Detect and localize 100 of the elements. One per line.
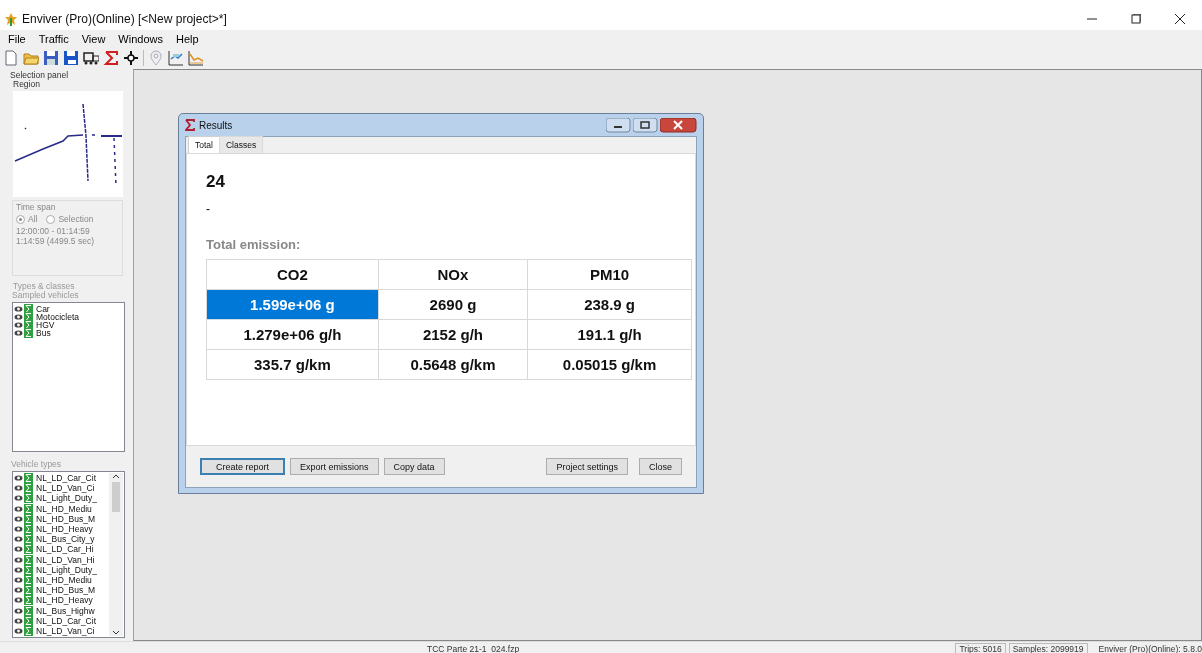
table-cell[interactable]: 1.279e+06 g/h (206, 319, 379, 350)
eye-icon[interactable] (14, 321, 23, 329)
list-item-text[interactable]: NL_LD_Van_Hi (36, 554, 95, 565)
radio-button[interactable] (46, 214, 56, 224)
time-range-text: 12:00:00 - 01:14:59 (16, 226, 91, 236)
area-chart-icon[interactable] (188, 50, 204, 66)
list-item-text[interactable]: Motocicleta (36, 312, 79, 322)
table-cell[interactable]: 191.1 g/h (527, 319, 692, 350)
eye-icon[interactable] (14, 555, 23, 564)
table-cell[interactable]: 2152 g/h (378, 319, 528, 350)
radio-label: All (28, 214, 38, 224)
maximize-icon[interactable] (633, 117, 658, 133)
sigma-icon[interactable] (103, 50, 119, 66)
group-label: Types & classes (13, 282, 75, 291)
eye-icon[interactable] (14, 586, 23, 595)
eye-icon[interactable] (14, 575, 23, 584)
menu-item[interactable]: Traffic (38, 32, 75, 45)
save-as-icon[interactable] (63, 50, 79, 66)
eye-icon[interactable] (14, 514, 23, 523)
eye-icon[interactable] (14, 484, 23, 493)
list-item-text[interactable]: NL_HD_Bus_M (36, 513, 96, 524)
dialog-button[interactable]: Close (639, 458, 682, 475)
scrollbar-thumb[interactable] (112, 482, 120, 512)
list-item-text[interactable]: NL_HD_Mediu (36, 574, 92, 585)
list-item-text[interactable]: NL_HD_Bus_M (36, 585, 96, 596)
scroll-up-icon[interactable] (112, 473, 120, 479)
table-cell[interactable]: 238.9 g (527, 289, 692, 320)
eye-icon[interactable] (14, 616, 23, 625)
eye-icon[interactable] (14, 565, 23, 574)
subtitle-text: - (206, 202, 211, 216)
sigma-icon (185, 119, 195, 131)
tab[interactable]: Total (188, 136, 220, 153)
list-item-text[interactable]: Bus (36, 328, 51, 338)
list-item-text[interactable]: NL_HD_Heavy (36, 524, 93, 535)
status-version-text: Enviver (Pro)(Online): 5.8.0 (1098, 642, 1202, 653)
list-label: Vehicle types (11, 460, 63, 469)
line-chart-icon[interactable] (168, 50, 184, 66)
app-logo-icon (4, 12, 18, 26)
crosshair-icon[interactable] (123, 50, 139, 66)
table-cell[interactable]: 0.05015 g/km (527, 349, 692, 380)
close-icon[interactable] (660, 117, 697, 133)
scroll-down-icon[interactable] (112, 630, 120, 636)
count-text: 24 (206, 172, 226, 192)
list-item-text[interactable]: NL_LD_Van_Ci (36, 625, 95, 636)
close-icon[interactable] (1175, 14, 1185, 24)
eye-icon[interactable] (14, 525, 23, 534)
list-item-text[interactable]: NL_LD_Car_Hi (36, 544, 94, 555)
restore-icon[interactable] (1131, 14, 1141, 24)
panel-title: Selection panel (10, 71, 70, 80)
list-item-text[interactable]: NL_Light_Duty_ (36, 564, 97, 575)
dialog-button[interactable]: Project settings (546, 458, 628, 475)
list-item-text[interactable]: NL_LD_Van_Ci (36, 483, 95, 494)
table-cell[interactable]: 335.7 g/km (206, 349, 379, 380)
list-item-text[interactable]: HGV (36, 320, 55, 330)
eye-icon[interactable] (14, 305, 23, 313)
eye-icon[interactable] (14, 329, 23, 337)
new-file-icon[interactable] (3, 50, 19, 66)
duration-text: 1:14:59 (4499.5 sec) (16, 236, 95, 246)
dialog-button[interactable]: Export emissions (290, 458, 379, 475)
radio-label: Selection (58, 214, 94, 224)
list-item-text[interactable]: NL_Light_Duty_ (36, 493, 97, 504)
radio-button[interactable] (16, 214, 25, 224)
eye-icon[interactable] (14, 494, 23, 503)
dialog-button[interactable]: Create report (200, 458, 286, 475)
eye-icon[interactable] (14, 504, 23, 513)
status-file-text: TCC Parte 21-1_024.fzp (427, 642, 521, 653)
dialog-button[interactable]: Copy data (383, 458, 445, 475)
section-label: Total emission: (206, 237, 302, 252)
menu-item[interactable]: File (8, 32, 32, 45)
status-samples-text: Samples: 2099919 (1008, 642, 1088, 653)
list-item-text[interactable]: NL_Bus_City_y (36, 534, 95, 545)
eye-icon[interactable] (14, 606, 23, 615)
minimize-icon[interactable] (606, 117, 631, 133)
dialog-title: Results (199, 119, 233, 131)
table-cell[interactable]: 1.599e+06 g (206, 289, 379, 320)
eye-icon[interactable] (14, 626, 23, 635)
eye-icon[interactable] (14, 535, 23, 544)
save-icon[interactable] (43, 50, 59, 66)
eye-icon[interactable] (14, 313, 23, 321)
list-item-text[interactable]: Car (36, 304, 50, 314)
folder-icon[interactable] (23, 50, 39, 66)
group-label: Region (13, 80, 41, 89)
table-cell[interactable]: 0.5648 g/km (378, 349, 528, 380)
menu-item[interactable]: Help (175, 32, 205, 45)
list-item-text[interactable]: NL_LD_Car_Cit (36, 615, 96, 626)
eye-icon[interactable] (14, 474, 23, 483)
menu-item[interactable]: View (81, 32, 112, 45)
tab[interactable]: Classes (218, 136, 264, 153)
list-item-text[interactable]: NL_HD_Mediu (36, 503, 92, 514)
column-header: CO2 (206, 259, 379, 290)
menu-item[interactable]: Windows (118, 32, 169, 45)
eye-icon[interactable] (14, 545, 23, 554)
eye-icon[interactable] (14, 596, 23, 605)
list-item-text[interactable]: NL_Bus_Highw (36, 605, 95, 616)
group-label: Time span (16, 202, 57, 212)
list-item-text[interactable]: NL_HD_Heavy (36, 595, 93, 606)
column-header: NOx (378, 259, 528, 290)
table-cell[interactable]: 2690 g (378, 289, 528, 320)
vehicles-icon[interactable] (83, 50, 99, 66)
list-item-text[interactable]: NL_LD_Car_Cit (36, 473, 96, 484)
